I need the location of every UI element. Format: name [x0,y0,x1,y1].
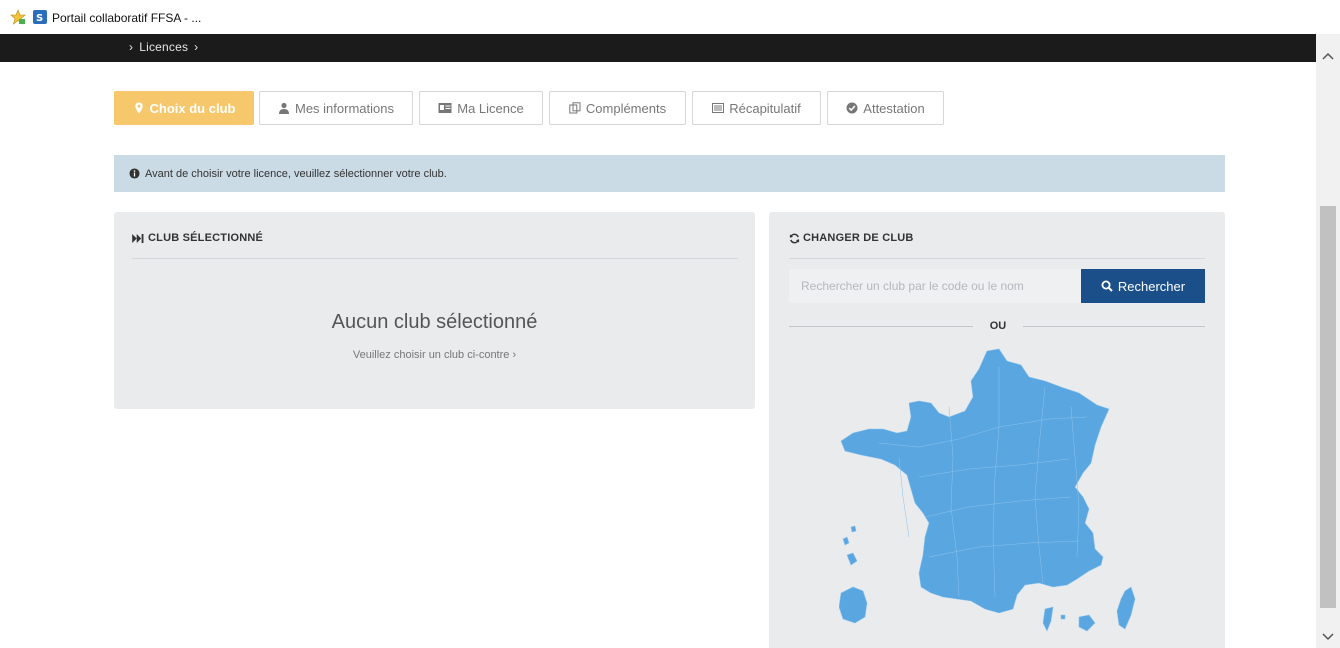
scrollbar-thumb[interactable] [1320,206,1336,608]
step-label: Récapitulatif [729,100,801,116]
or-separator: OU [989,320,1007,332]
favorites-star-icon[interactable] [10,9,26,25]
choose-club-hint[interactable]: Veuillez choisir un club ci-contre › [114,349,755,361]
chevron-right-icon: › [194,40,199,54]
corsica-region [1116,586,1136,630]
divider [132,258,738,259]
sharepoint-icon: S [33,10,47,24]
island [842,536,850,546]
step-attestation[interactable]: Attestation [827,91,944,125]
step-ma-licence[interactable]: Ma Licence [419,91,543,125]
step-complements[interactable]: Compléments [549,91,686,125]
browser-tab-title[interactable]: Portail collaboratif FFSA - ... [52,11,201,25]
fast-forward-icon [132,233,144,243]
browser-tab-bar: S Portail collaboratif FFSA - ... [0,0,1340,34]
step-mes-informations[interactable]: Mes informations [259,91,413,125]
island [1042,606,1054,632]
copy-icon [569,102,581,114]
divider [789,326,973,327]
divider [1023,326,1205,327]
island [839,586,868,624]
island [850,525,857,533]
chevron-right-icon: › [129,40,134,54]
id-card-icon [438,103,452,113]
refresh-icon [789,233,800,243]
no-club-title: Aucun club sélectionné [331,311,538,333]
france-map[interactable] [839,347,1139,647]
check-circle-icon [846,102,858,114]
selected-club-title: CLUB SÉLECTIONNÉ [148,232,264,244]
change-club-panel: CHANGER DE CLUB Rechercher OU [769,212,1225,648]
info-circle-icon [129,168,140,179]
island [1060,614,1066,620]
search-icon [1101,280,1113,292]
breadcrumb-licences[interactable]: Licences [139,40,188,54]
island [846,552,858,566]
user-icon [279,102,289,114]
island [1078,614,1096,632]
step-label: Choix du club [149,100,236,116]
change-club-heading: CHANGER DE CLUB [789,232,914,244]
svg-text:S: S [36,13,43,24]
step-choix-du-club[interactable]: Choix du club [114,91,254,125]
map-marker-icon [134,102,143,114]
list-icon [712,103,725,113]
chevron-down-icon[interactable] [1316,630,1340,644]
chevron-up-icon[interactable] [1316,48,1340,64]
breadcrumb: › Licences › [123,40,204,54]
step-label: Compléments [585,100,667,116]
top-navbar: › Licences › [0,34,1316,62]
change-club-title: CHANGER DE CLUB [803,232,914,244]
info-banner: Avant de choisir votre licence, veuillez… [114,155,1225,192]
club-search-input[interactable] [789,269,1081,303]
divider [789,258,1205,259]
search-button-label: Rechercher [1117,278,1186,294]
step-label: Mes informations [295,100,394,116]
step-recapitulatif[interactable]: Récapitulatif [692,91,821,125]
info-message: Avant de choisir votre licence, veuillez… [145,167,447,180]
page-scrollbar[interactable] [1316,34,1340,648]
step-label: Ma Licence [457,100,524,116]
step-label: Attestation [863,100,925,116]
france-mainland-region [840,348,1110,614]
search-button[interactable]: Rechercher [1081,269,1205,303]
selected-club-panel: CLUB SÉLECTIONNÉ Aucun club sélectionné … [114,212,755,409]
selected-club-heading: CLUB SÉLECTIONNÉ [132,232,263,244]
